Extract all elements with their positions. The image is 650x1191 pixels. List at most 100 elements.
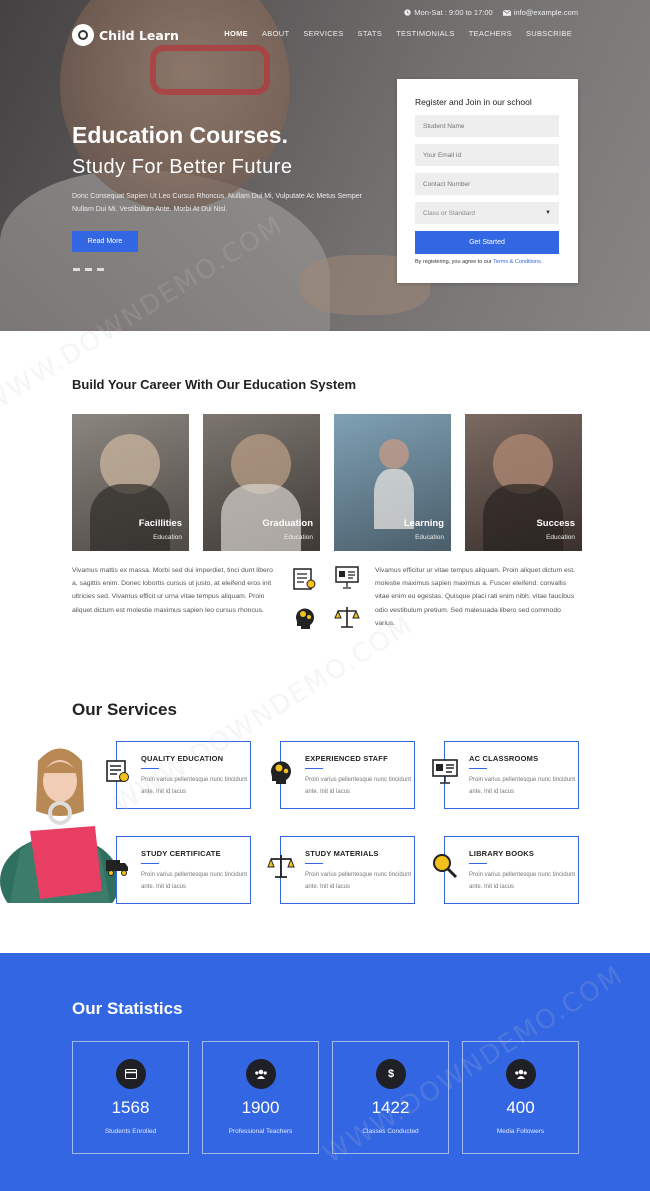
stat-value: 1900	[241, 1098, 280, 1117]
service-divider	[469, 768, 487, 769]
get-started-button[interactable]: Get Started	[415, 231, 559, 254]
hours-text: Mon-Sat : 9:00 to 17:00	[414, 8, 493, 17]
card-subtitle: Education	[415, 534, 444, 541]
card-icon	[116, 1059, 146, 1089]
career-cards: Facillities Education Graduation Educati…	[72, 414, 582, 551]
nav-stats[interactable]: STATS	[358, 29, 383, 38]
service-text: Proin varius pellentesque nunc tincidunt…	[469, 872, 576, 890]
top-info-bar: Mon-Sat : 9:00 to 17:00 info@example.com	[404, 8, 578, 17]
slider-dot[interactable]	[73, 268, 80, 271]
service-title: STUDY CERTIFICATE	[141, 849, 221, 858]
career-card-success[interactable]: Success Education	[465, 414, 582, 551]
service-title: QUALITY EDUCATION	[141, 754, 224, 763]
scales-icon	[334, 607, 360, 628]
career-icons	[290, 562, 365, 634]
stat-label: Media Followers	[496, 1128, 545, 1135]
card-subtitle: Education	[284, 534, 313, 541]
service-card-study-materials[interactable]: STUDY MATERIALS Proin varius pellentesqu…	[280, 836, 415, 904]
service-text: Proin varius pellentesque nunc tincidunt…	[305, 872, 412, 890]
brand-logo[interactable]: Child Learn	[72, 24, 179, 46]
hero-section: Mon-Sat : 9:00 to 17:00 info@example.com…	[0, 0, 650, 331]
stat-label: Classes Conducted	[362, 1128, 419, 1135]
statistics-title: Our Statistics	[72, 999, 183, 1018]
nav-about[interactable]: ABOUT	[262, 29, 289, 38]
read-more-button[interactable]: Read More	[72, 231, 138, 252]
service-card-experienced-staff[interactable]: EXPERIENCED STAFF Proin varius pellentes…	[280, 741, 415, 809]
terms-link[interactable]: Terms & Conditions.	[493, 259, 542, 265]
class-select[interactable]: Class or Standard ▼	[415, 202, 559, 224]
stat-label: Professional Teachers	[228, 1128, 293, 1135]
card-photo-figure	[379, 439, 409, 469]
hero-subtitle: Study For Better Future	[72, 156, 293, 178]
users-icon	[246, 1059, 276, 1089]
brain-gears-icon	[270, 761, 291, 784]
truck-icon	[106, 860, 128, 876]
service-divider	[305, 863, 323, 864]
card-title: Facillities	[138, 518, 182, 529]
main-nav: HOME ABOUT SERVICES STATS TESTIMONIALS T…	[224, 29, 572, 38]
service-text: Proin varius pellentesque nunc tincidunt…	[141, 872, 248, 890]
stat-label: Students Enrolled	[104, 1128, 157, 1135]
presentation-board-icon	[335, 566, 359, 589]
card-title: Learning	[403, 518, 444, 529]
service-title: STUDY MATERIALS	[305, 849, 379, 858]
career-section-title: Build Your Career With Our Education Sys…	[72, 377, 357, 392]
users-icon	[506, 1059, 536, 1089]
slider-dot[interactable]	[97, 268, 104, 271]
service-card-library-books[interactable]: LIBRARY BOOKS Proin varius pellentesque …	[444, 836, 579, 904]
stat-classes-conducted: $ 1422 Classes Conducted	[332, 1041, 449, 1154]
service-divider	[305, 768, 323, 769]
service-card-quality-education[interactable]: QUALITY EDUCATION Proin varius pellentes…	[116, 741, 251, 809]
service-title: AC CLASSROOMS	[469, 754, 539, 763]
presentation-board-icon	[432, 759, 458, 784]
service-text: Proin varius pellentesque nunc tincidunt…	[469, 777, 576, 795]
stat-value: 1568	[111, 1098, 150, 1117]
certificate-icon	[106, 760, 129, 782]
scales-icon	[267, 855, 295, 878]
hours-info: Mon-Sat : 9:00 to 17:00	[404, 8, 493, 17]
terms-prefix: By registering, you agree to our	[415, 259, 494, 265]
magnifier-icon	[433, 854, 458, 879]
card-title: Graduation	[262, 518, 313, 529]
nav-services[interactable]: SERVICES	[303, 29, 343, 38]
career-card-learning[interactable]: Learning Education	[334, 414, 451, 551]
slider-dot[interactable]	[85, 268, 92, 271]
career-card-facilities[interactable]: Facillities Education	[72, 414, 189, 551]
career-text-left: Vivamus mattis ex massa. Morbi sed dui i…	[72, 567, 273, 614]
services-section-title: Our Services	[72, 700, 177, 719]
service-divider	[141, 768, 159, 769]
service-title: LIBRARY BOOKS	[469, 849, 535, 858]
service-divider	[141, 863, 159, 864]
stat-students-enrolled: 1568 Students Enrolled	[72, 1041, 189, 1154]
nav-subscribe[interactable]: SUBSCRIBE	[526, 29, 572, 38]
service-title: EXPERIENCED STAFF	[305, 754, 388, 763]
brain-gears-icon	[295, 608, 314, 629]
email-field[interactable]	[415, 144, 559, 166]
service-text: Proin varius pellentesque nunc tincidunt…	[305, 777, 412, 795]
slider-dots	[73, 268, 104, 271]
career-card-graduation[interactable]: Graduation Education	[203, 414, 320, 551]
service-text: Proin varius pellentesque nunc tincidunt…	[141, 777, 248, 795]
register-form: Register and Join in our school Class or…	[397, 79, 578, 283]
stat-value: 1422	[371, 1098, 410, 1117]
email-text[interactable]: info@example.com	[514, 8, 578, 17]
hero-title: Education Courses.	[72, 122, 288, 148]
clock-icon	[404, 9, 411, 16]
nav-testimonials[interactable]: TESTIMONIALS	[396, 29, 455, 38]
service-card-ac-classrooms[interactable]: AC CLASSROOMS Proin varius pellentesque …	[444, 741, 579, 809]
class-select-value: Class or Standard	[423, 209, 476, 217]
service-card-study-certificate[interactable]: STUDY CERTIFICATE Proin varius pellentes…	[116, 836, 251, 904]
stat-media-followers: 400 Media Followers	[462, 1041, 579, 1154]
email-info[interactable]: info@example.com	[502, 8, 578, 17]
stat-professional-teachers: 1900 Professional Teachers	[202, 1041, 319, 1154]
student-name-field[interactable]	[415, 115, 559, 137]
terms-note: By registering, you agree to our Terms &…	[415, 259, 560, 265]
career-text-right: Vivamus efficitur ur vitae tempus aliqua…	[375, 567, 575, 627]
contact-number-field[interactable]	[415, 173, 559, 195]
service-divider	[469, 863, 487, 864]
dollar-icon: $	[376, 1059, 406, 1089]
brand-name: Child Learn	[99, 27, 179, 43]
nav-home[interactable]: HOME	[224, 29, 248, 38]
stat-value: 400	[506, 1098, 535, 1117]
nav-teachers[interactable]: TEACHERS	[469, 29, 512, 38]
